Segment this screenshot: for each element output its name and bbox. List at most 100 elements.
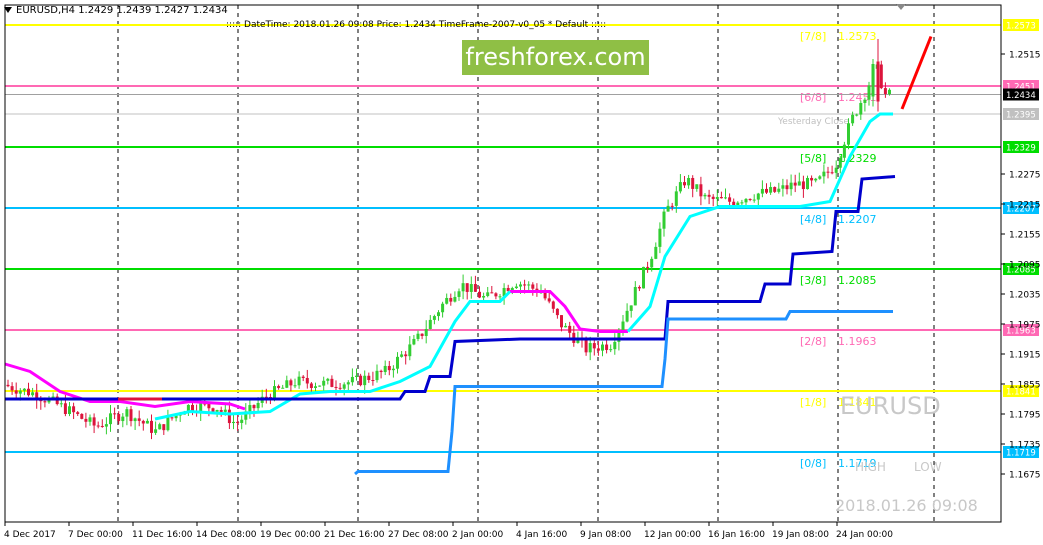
candle-body bbox=[379, 370, 383, 373]
candle-body bbox=[88, 417, 92, 422]
candle-body bbox=[814, 178, 818, 181]
candle-body bbox=[428, 319, 432, 329]
candle-body bbox=[76, 412, 80, 414]
candle-body bbox=[346, 382, 350, 385]
candle-body bbox=[650, 258, 654, 268]
x-tick-label: 21 Dec 16:00 bbox=[324, 530, 385, 540]
x-tick-label: 12 Jan 00:00 bbox=[644, 530, 701, 540]
y-tick-label: 1.2155 bbox=[1009, 231, 1041, 241]
candle-body bbox=[551, 301, 555, 309]
candle-body bbox=[137, 418, 141, 421]
candle-body bbox=[633, 286, 637, 306]
candle-body bbox=[568, 325, 572, 333]
y-tick-label: 1.2215 bbox=[1009, 201, 1041, 211]
candle-body bbox=[350, 376, 354, 383]
candle-body bbox=[240, 419, 244, 423]
candle-body bbox=[810, 177, 814, 181]
candle-body bbox=[736, 202, 740, 206]
brand-logo: freshforex.com bbox=[462, 40, 649, 75]
candle-body bbox=[527, 284, 531, 286]
y-tick-label: 1.1915 bbox=[1009, 351, 1041, 361]
candle-body bbox=[441, 303, 445, 313]
candle-body bbox=[383, 365, 387, 373]
chart-info-line: ::::: DateTime: 2018.01.26 09:08 Price: … bbox=[226, 20, 607, 30]
candle-body bbox=[166, 417, 170, 431]
x-tick-label: 19 Dec 00:00 bbox=[260, 530, 321, 540]
candle-body bbox=[96, 425, 100, 427]
candle-body bbox=[145, 420, 149, 424]
candle-body bbox=[777, 188, 781, 192]
candle-body bbox=[457, 291, 461, 297]
candle-body bbox=[642, 266, 645, 289]
candle-body bbox=[437, 312, 440, 317]
candle-body bbox=[121, 416, 125, 422]
x-tick-label: 11 Dec 16:00 bbox=[132, 530, 193, 540]
candle-body bbox=[601, 344, 604, 351]
candle-body bbox=[588, 343, 592, 353]
candle-body bbox=[629, 305, 633, 311]
candle-body bbox=[375, 370, 379, 381]
candle-body bbox=[773, 187, 777, 192]
candle-body bbox=[703, 194, 707, 197]
candle-body bbox=[223, 409, 227, 412]
price-chart[interactable]: [7/8] 1.25731.2573[6/8] 1.24511.2451[5/8] 1… bbox=[0, 0, 1043, 545]
candle-body bbox=[855, 114, 859, 116]
murrey-level-value: 1.2085 bbox=[838, 274, 877, 287]
candle-body bbox=[719, 197, 723, 199]
candle-body bbox=[432, 316, 436, 320]
murrey-level-value: 1.2451 bbox=[838, 91, 877, 104]
candle-body bbox=[789, 182, 793, 190]
murrey-level-label: [0/8] bbox=[800, 457, 826, 470]
candle-body bbox=[80, 413, 84, 419]
candle-body bbox=[297, 376, 301, 386]
candle-body bbox=[92, 417, 96, 426]
x-tick-label: 14 Dec 08:00 bbox=[196, 530, 257, 540]
candle-body bbox=[625, 310, 629, 322]
candle-body bbox=[43, 401, 47, 403]
candle-body bbox=[408, 344, 412, 357]
x-tick-label: 24 Jan 00:00 bbox=[836, 530, 893, 540]
candle-body bbox=[420, 333, 424, 337]
candle-body bbox=[888, 89, 891, 95]
candle-body bbox=[506, 287, 510, 292]
candle-body bbox=[769, 187, 773, 193]
candle-body bbox=[670, 205, 674, 207]
y-tick-label: 1.1975 bbox=[1009, 321, 1041, 331]
price-tag-text: 1.2573 bbox=[1006, 22, 1036, 32]
candle-body bbox=[18, 390, 22, 394]
candle-body bbox=[465, 283, 469, 292]
candle-body bbox=[22, 388, 26, 391]
candle-body bbox=[654, 246, 658, 259]
candle-body bbox=[396, 356, 399, 369]
x-tick-label: 9 Jan 08:00 bbox=[580, 530, 632, 540]
candle-body bbox=[330, 378, 334, 387]
candle-body bbox=[842, 144, 846, 158]
candle-body bbox=[801, 181, 805, 190]
candle-body bbox=[150, 420, 153, 433]
candle-body bbox=[133, 418, 137, 422]
candle-body bbox=[683, 182, 686, 186]
x-tick-label: 19 Jan 08:00 bbox=[772, 530, 829, 540]
murrey-level-label: [1/8] bbox=[800, 396, 826, 409]
candle-body bbox=[215, 409, 219, 412]
candle-body bbox=[445, 297, 449, 304]
candle-body bbox=[326, 378, 330, 381]
y-tick-label: 1.1855 bbox=[1009, 381, 1041, 391]
candle-body bbox=[256, 402, 260, 409]
x-tick-label: 2 Jan 00:00 bbox=[452, 530, 504, 540]
candle-body bbox=[752, 199, 756, 201]
candle-body bbox=[748, 198, 752, 200]
candle-body bbox=[141, 420, 145, 424]
candle-body bbox=[695, 184, 699, 189]
candle-body bbox=[744, 198, 748, 203]
candle-body bbox=[363, 375, 367, 386]
candle-body bbox=[621, 321, 625, 331]
chevron-down-icon[interactable] bbox=[4, 7, 12, 13]
candle-body bbox=[400, 354, 404, 357]
candle-body bbox=[342, 384, 346, 389]
candle-body bbox=[543, 292, 547, 299]
candle-body bbox=[170, 417, 174, 419]
candle-body bbox=[232, 421, 235, 424]
candle-body bbox=[469, 284, 473, 292]
murrey-level-label: [6/8] bbox=[800, 91, 826, 104]
